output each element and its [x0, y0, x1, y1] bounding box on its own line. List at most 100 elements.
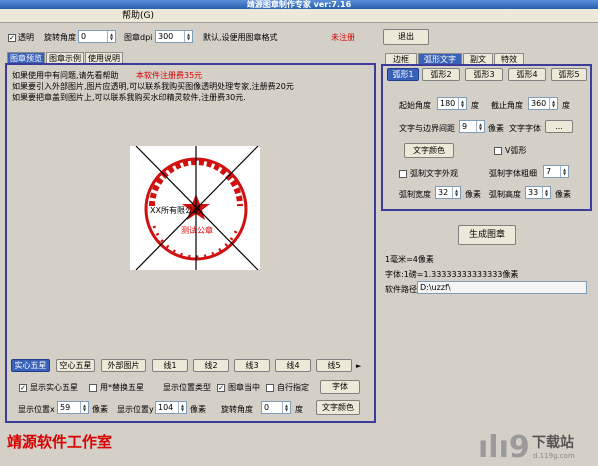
arc-width-input[interactable]: 32 ▲ ▼: [435, 186, 461, 199]
use-star-checkbox[interactable]: [89, 383, 97, 393]
tab-instructions[interactable]: 使用说明: [85, 52, 123, 63]
position-x-spinner-icon[interactable]: ▲ ▼: [80, 402, 88, 413]
outline-checkbox[interactable]: [399, 169, 407, 179]
outline-check-icon: [399, 169, 407, 178]
line3-button[interactable]: 线3: [234, 359, 270, 372]
distance-input[interactable]: 9 ▲ ▼: [459, 120, 485, 133]
position-y-input[interactable]: 104 ▲ ▼: [155, 401, 187, 414]
dpi-value: 300: [158, 32, 174, 41]
distance-value: 9: [462, 122, 468, 131]
font-weight-spinner-icon[interactable]: ▲ ▼: [560, 166, 568, 177]
tab-arc-text[interactable]: 弧形文字: [418, 53, 462, 64]
custom-check-icon: [266, 383, 274, 392]
default-format-text: 默认,设便用图章格式: [203, 33, 278, 42]
position-y-value: 104: [158, 403, 174, 412]
arc-width-unit: 像素: [465, 190, 481, 199]
v-arc-label: V弧形: [505, 146, 527, 155]
position-x-value: 59: [60, 403, 71, 412]
text-font-button[interactable]: ...: [545, 120, 573, 133]
scroll-right-icon[interactable]: ►: [356, 362, 361, 370]
font-weight-value: 7: [546, 167, 552, 176]
software-path-value: D:\uzzf\: [420, 283, 451, 292]
position-y-spinner-icon[interactable]: ▲ ▼: [178, 402, 186, 413]
position-x-input[interactable]: 59 ▲ ▼: [57, 401, 89, 414]
use-star-label: 用*替换五星: [100, 383, 144, 392]
arc-height-input[interactable]: 33 ▲ ▼: [525, 186, 551, 199]
arc-text-color-button[interactable]: 文字颜色: [404, 143, 454, 158]
tab-effects[interactable]: 特效: [494, 53, 524, 64]
distance-label: 文字与边界间距: [399, 124, 455, 133]
note-help: 如果使用中有问题,请先看帮助: [12, 71, 119, 80]
arc-height-value: 33: [528, 188, 539, 197]
position-y-unit: 像素: [190, 405, 206, 414]
rotation-input[interactable]: 0 ▲ ▼: [78, 30, 116, 43]
arc-height-label: 弧制高度: [489, 190, 521, 199]
dpi-input[interactable]: 300 ▲ ▼: [155, 30, 193, 43]
hollow-star-button[interactable]: 空心五星: [56, 359, 95, 372]
show-star-checkbox[interactable]: [19, 383, 27, 393]
dpi-spinner-icon[interactable]: ▲ ▼: [184, 31, 192, 42]
text-rotation-unit: 度: [295, 405, 303, 414]
custom-label: 自行指定: [277, 383, 309, 392]
line4-button[interactable]: 线4: [275, 359, 311, 372]
arc4-tab[interactable]: 弧形4: [508, 68, 546, 81]
line1-button[interactable]: 线1: [152, 359, 188, 372]
end-angle-value: 360: [531, 99, 547, 108]
end-angle-input[interactable]: 360 ▲ ▼: [528, 97, 558, 110]
transparent-check-icon: [8, 33, 16, 42]
position-x-label: 显示位置x: [18, 405, 55, 414]
position-type-label: 显示位置类型: [163, 383, 211, 392]
start-angle-spinner-icon[interactable]: ▲ ▼: [458, 98, 466, 109]
arc-width-spinner-icon[interactable]: ▲ ▼: [452, 187, 460, 198]
text-rotation-spinner-icon[interactable]: ▲ ▼: [282, 402, 290, 413]
show-star-check-icon: [19, 383, 27, 392]
arc2-tab[interactable]: 弧形2: [422, 68, 460, 81]
exit-button[interactable]: 退出: [383, 29, 429, 45]
arc-height-unit: 像素: [555, 190, 571, 199]
text-rotation-input[interactable]: 0 ▲ ▼: [261, 401, 291, 414]
start-angle-value: 180: [440, 99, 456, 108]
line2-button[interactable]: 线2: [193, 359, 229, 372]
generate-stamp-button[interactable]: 生成图章: [458, 225, 516, 245]
menu-bar: [0, 9, 598, 23]
font-weight-input[interactable]: 7 ▲ ▼: [543, 165, 569, 178]
mm-ratio-text: 1毫米=4像素: [385, 255, 434, 264]
distance-spinner-icon[interactable]: ▲ ▼: [476, 121, 484, 132]
watermark-text: 下载站: [532, 435, 574, 451]
start-angle-input[interactable]: 180 ▲ ▼: [437, 97, 467, 110]
show-star-label: 显示实心五星: [30, 383, 78, 392]
rotation-spinner-icon[interactable]: ▲ ▼: [107, 31, 115, 42]
text-color-button[interactable]: 文字颜色: [316, 400, 360, 415]
font-weight-label: 弧制字体粗细: [489, 169, 537, 178]
custom-checkbox[interactable]: [266, 383, 274, 393]
line5-button[interactable]: 线5: [316, 359, 352, 372]
font-button[interactable]: 字体: [320, 380, 360, 394]
arc-height-spinner-icon[interactable]: ▲ ▼: [542, 187, 550, 198]
tab-subtext[interactable]: 副文: [463, 53, 493, 64]
software-path-field[interactable]: D:\uzzf\: [417, 281, 587, 294]
external-image-button[interactable]: 外部图片: [101, 359, 146, 372]
rotation-label: 旋转角度: [44, 33, 76, 42]
arc3-tab[interactable]: 弧形3: [465, 68, 503, 81]
text-font-label: 文字字体: [509, 124, 541, 133]
menu-help[interactable]: 帮助(G): [122, 9, 154, 23]
tab-border[interactable]: 边框: [385, 53, 417, 64]
use-star-check-icon: [89, 383, 97, 392]
transparent-checkbox[interactable]: [8, 33, 16, 43]
tab-stamp-preview[interactable]: 图章预览: [7, 52, 45, 63]
outline-label: 弧制文字外观: [410, 169, 458, 178]
font-ratio-text: 字体:1磅=1.33333333333333像素: [385, 270, 519, 279]
start-angle-unit: 度: [471, 101, 479, 110]
tab-stamp-examples[interactable]: 图章示例: [46, 52, 84, 63]
studio-name: 靖源软件工作室: [7, 433, 113, 451]
solid-star-button[interactable]: 实心五星: [11, 359, 50, 372]
stamp-center-checkbox[interactable]: [217, 383, 225, 393]
end-angle-spinner-icon[interactable]: ▲ ▼: [549, 98, 557, 109]
transparent-label: 透明: [18, 33, 34, 42]
software-path-label: 软件路径: [385, 285, 417, 294]
text-rotation-label: 旋转角度: [221, 405, 253, 414]
arc1-tab[interactable]: 弧形1: [387, 68, 419, 81]
start-angle-label: 起始角度: [399, 101, 431, 110]
arc5-tab[interactable]: 弧形5: [551, 68, 587, 81]
v-arc-checkbox[interactable]: [494, 146, 502, 156]
